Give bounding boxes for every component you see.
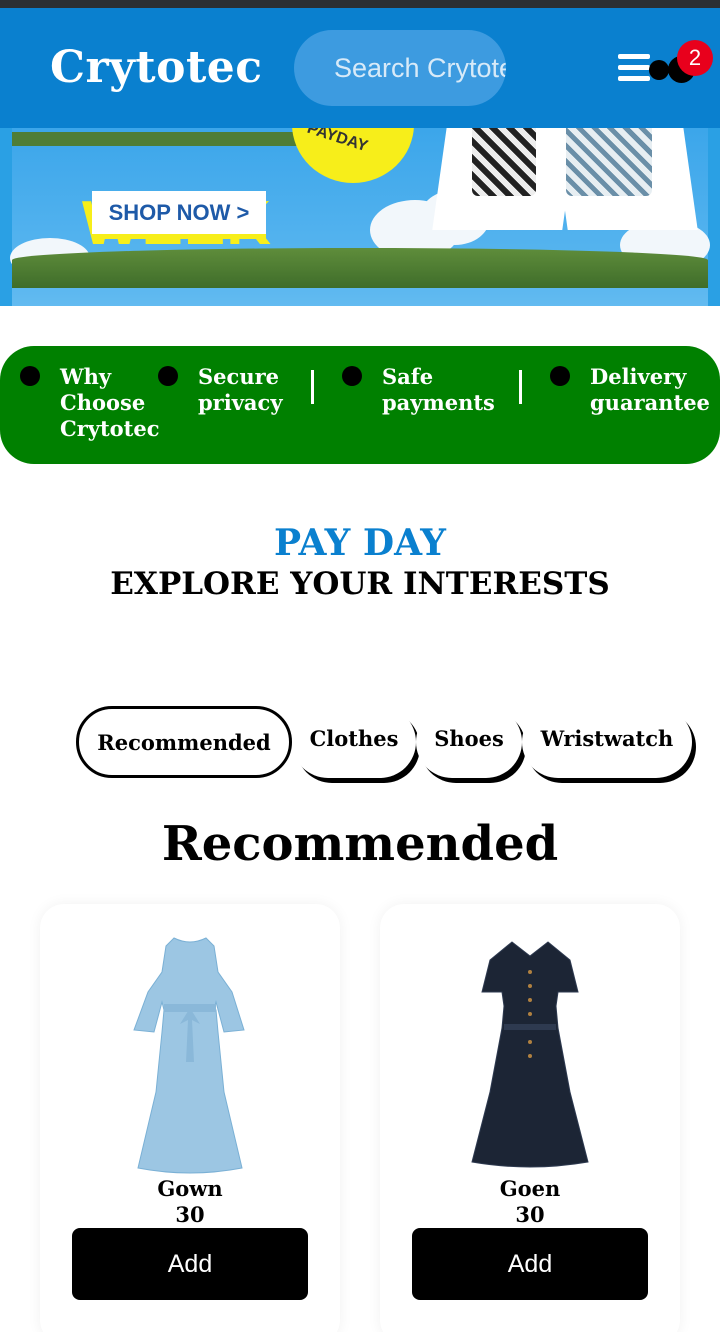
shop-now-button[interactable]: SHOP NOW > — [92, 191, 266, 239]
trust-info-bar: Why Choose Crytotec Secure privacy Safe … — [0, 346, 720, 464]
add-to-cart-button[interactable]: Add — [412, 1228, 648, 1300]
cart-icon[interactable] — [649, 60, 669, 80]
tab-clothes[interactable]: Clothes — [292, 706, 416, 778]
tab-recommended[interactable]: Recommended — [76, 706, 292, 778]
bullet-icon — [20, 366, 40, 386]
navy-denim-dress-image — [471, 941, 589, 1168]
plaid-shirt-image — [472, 120, 536, 196]
info-safe-payments: Safe payments — [382, 364, 495, 415]
product-price: 30 — [515, 1202, 545, 1227]
info-secure-privacy: Secure privacy — [198, 364, 283, 415]
product-price: 30 — [175, 1202, 205, 1227]
promo-title: PAY DAY — [274, 522, 446, 564]
product-name: Gown — [157, 1176, 223, 1201]
divider — [311, 370, 314, 404]
hamburger-menu-icon[interactable] — [618, 54, 650, 82]
cart-count-badge: 2 — [677, 40, 713, 76]
light-blue-gown-image — [133, 937, 245, 1174]
bullet-icon — [550, 366, 570, 386]
promo-banner[interactable]: PAYDAY WEEK SHOP NOW > — [0, 120, 720, 306]
product-name: Goen — [499, 1176, 561, 1201]
status-strip — [0, 0, 720, 8]
site-logo[interactable]: Crytotec — [50, 42, 263, 93]
tab-wristwatch[interactable]: Wristwatch — [522, 706, 692, 778]
info-delivery-guarantee: Delivery guarantee — [590, 364, 710, 415]
divider — [519, 370, 522, 404]
search-input[interactable] — [294, 30, 506, 106]
tab-shoes[interactable]: Shoes — [416, 706, 522, 778]
site-header: Crytotec 2 — [0, 8, 720, 128]
info-why-choose: Why Choose Crytotec — [60, 364, 160, 441]
section-title: Recommended — [161, 816, 559, 872]
bullet-icon — [342, 366, 362, 386]
bullet-icon — [158, 366, 178, 386]
promo-subtitle: EXPLORE YOUR INTERESTS — [110, 566, 610, 602]
product-card[interactable]: Goen 30 Add — [380, 904, 680, 1332]
add-to-cart-button[interactable]: Add — [72, 1228, 308, 1300]
plaid-shirt-image — [566, 120, 652, 196]
product-card[interactable]: Gown 30 Add — [40, 904, 340, 1332]
